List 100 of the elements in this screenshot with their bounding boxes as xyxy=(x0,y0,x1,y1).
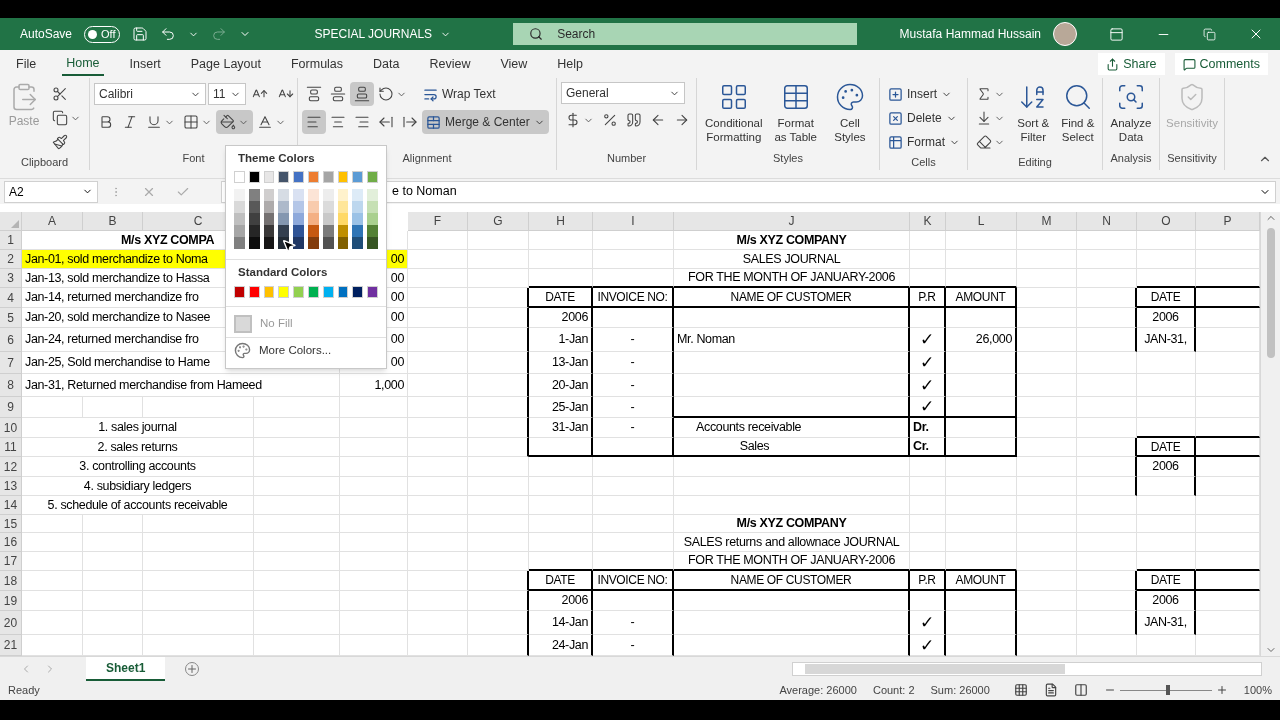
column-header[interactable]: L xyxy=(946,212,1017,231)
name-box[interactable]: A2 xyxy=(4,180,98,203)
sheet-cell[interactable]: ✓ xyxy=(910,611,946,635)
sheet-cell[interactable]: JAN-31, xyxy=(1137,611,1196,635)
cells-button[interactable]: Format xyxy=(884,130,964,154)
column-header[interactable]: M xyxy=(1017,212,1077,231)
share-button[interactable]: Share xyxy=(1098,53,1165,75)
column-header[interactable]: P xyxy=(1196,212,1260,231)
sheet-cell[interactable]: INVOICE NO: xyxy=(593,571,674,591)
cells-button[interactable]: Delete xyxy=(884,106,964,130)
row-header[interactable]: 1 xyxy=(0,231,22,250)
sheet-cell[interactable]: Sales xyxy=(674,438,910,457)
sheet-cell[interactable]: DATE xyxy=(529,571,593,591)
sheet-cell[interactable]: 2006 xyxy=(1137,591,1196,611)
sheet-cell[interactable]: 31-Jan xyxy=(529,418,593,438)
sheet-cell[interactable]: Cr. xyxy=(910,438,946,457)
row-header[interactable]: 9 xyxy=(0,397,22,418)
style-button[interactable]: Cell Styles xyxy=(824,82,875,144)
sheet-cell[interactable]: ✓ xyxy=(910,328,946,352)
sheet-cell[interactable]: ✓ xyxy=(910,397,946,418)
sheet-cell[interactable]: Jan-31, Returned merchandise from Hameed xyxy=(22,374,340,397)
row-header[interactable]: 12 xyxy=(0,457,22,477)
sheet-cell[interactable]: 26,000 xyxy=(946,328,1017,352)
sort-filter-button[interactable]: Sort & Filter xyxy=(1013,82,1054,144)
sheet-cell[interactable]: DATE xyxy=(1137,571,1196,591)
sheet-cell[interactable]: - xyxy=(593,352,674,374)
sheet-cell[interactable]: P.R xyxy=(910,288,946,308)
ribbon-tab[interactable]: View xyxy=(496,52,532,76)
row-header[interactable]: 13 xyxy=(0,477,22,496)
sheet-cell[interactable]: 2006 xyxy=(529,591,593,611)
sheet-cell[interactable]: 24-Jan xyxy=(529,635,593,656)
sheet-cell[interactable]: - xyxy=(593,635,674,656)
style-button[interactable]: Format as Table xyxy=(770,82,821,144)
number-format-select[interactable]: General xyxy=(561,82,685,104)
sheet-cell[interactable]: INVOICE NO: xyxy=(593,288,674,308)
row-header[interactable]: 10 xyxy=(0,418,22,438)
search-field[interactable]: Search xyxy=(513,23,858,45)
row-header[interactable]: 11 xyxy=(0,438,22,457)
sheet-cell[interactable]: - xyxy=(593,611,674,635)
sheet-cell[interactable]: 2. sales returns xyxy=(22,438,254,457)
row-header[interactable]: 7 xyxy=(0,352,22,374)
row-header[interactable]: 8 xyxy=(0,374,22,397)
row-header[interactable]: 4 xyxy=(0,288,22,308)
sheet-cell[interactable]: ✓ xyxy=(910,352,946,374)
ribbon-tab[interactable]: Review xyxy=(425,52,475,76)
column-header[interactable]: J xyxy=(674,212,910,231)
sheet-cell[interactable]: DATE xyxy=(529,288,593,308)
column-header[interactable]: F xyxy=(408,212,468,231)
row-header[interactable]: 19 xyxy=(0,591,22,611)
ribbon-tab[interactable]: Formulas xyxy=(286,52,348,76)
find-select-button[interactable]: Find & Select xyxy=(1057,82,1098,144)
sheet-cell[interactable]: FOR THE MONTH OF JANUARY-2006 xyxy=(674,269,910,288)
sheet-cell[interactable]: 1. sales journal xyxy=(22,418,254,438)
row-header[interactable]: 2 xyxy=(0,250,22,269)
column-header[interactable]: O xyxy=(1137,212,1196,231)
row-header[interactable]: 3 xyxy=(0,269,22,288)
sheet-cell[interactable]: 2006 xyxy=(1137,308,1196,328)
row-header[interactable]: 20 xyxy=(0,611,22,635)
sheet-cell[interactable]: 1,000 xyxy=(340,374,408,397)
merge-center-button[interactable]: Merge & Center xyxy=(422,110,549,134)
sheet-cell[interactable]: 20-Jan xyxy=(529,374,593,397)
row-header[interactable]: 6 xyxy=(0,328,22,352)
font-size-select[interactable]: 11 xyxy=(208,83,246,105)
column-header[interactable]: H xyxy=(529,212,593,231)
row-header[interactable]: 15 xyxy=(0,515,22,533)
column-header[interactable]: G xyxy=(468,212,529,231)
font-name-select[interactable]: Calibri xyxy=(94,83,206,105)
sheet-cell[interactable]: Accounts receivable xyxy=(674,418,910,438)
row-header[interactable]: 5 xyxy=(0,308,22,328)
sheet-cell[interactable]: - xyxy=(593,374,674,397)
row-header[interactable]: 17 xyxy=(0,552,22,571)
sheet-cell[interactable]: SALES returns and allownace JOURNAL xyxy=(674,533,910,552)
sheet-cell[interactable]: 4. subsidiary ledgers xyxy=(22,477,254,496)
column-header[interactable]: I xyxy=(593,212,674,231)
sheet-cell[interactable]: FOR THE MONTH OF JANUARY-2006 xyxy=(674,552,910,571)
sheet-cell[interactable]: Dr. xyxy=(910,418,946,438)
sheet-cell[interactable]: AMOUNT xyxy=(946,571,1017,591)
sheet-cell[interactable]: NAME OF CUSTOMER xyxy=(674,571,910,591)
sheet-cell[interactable]: M/s XYZ COMPANY xyxy=(674,231,910,250)
sheet-cell[interactable]: - xyxy=(593,328,674,352)
sheet-cell[interactable]: DATE xyxy=(1137,288,1196,308)
row-header[interactable]: 21 xyxy=(0,635,22,656)
column-header[interactable]: A xyxy=(22,212,83,231)
column-header[interactable]: B xyxy=(83,212,143,231)
row-header[interactable]: 16 xyxy=(0,533,22,552)
sheet-cell[interactable]: ✓ xyxy=(910,374,946,397)
ribbon-tab[interactable]: File xyxy=(12,52,41,76)
sheet-cell[interactable]: 13-Jan xyxy=(529,352,593,374)
sheet-cell[interactable]: M/s XYZ COMPANY xyxy=(674,515,910,533)
sheet-cell[interactable]: - xyxy=(593,397,674,418)
sheet-cell[interactable]: 1-Jan xyxy=(529,328,593,352)
document-title[interactable]: SPECIAL JOURNALS xyxy=(314,25,452,43)
sheet-cell[interactable]: 5. schedule of accounts receivable xyxy=(22,496,254,515)
sheet-cell[interactable]: 14-Jan xyxy=(529,611,593,635)
ribbon-tab[interactable]: Data xyxy=(369,52,404,76)
sheet-cell[interactable]: NAME OF CUSTOMER xyxy=(674,288,910,308)
ribbon-tab[interactable]: Page Layout xyxy=(186,52,265,76)
row-header[interactable]: 18 xyxy=(0,571,22,591)
wrap-text-button[interactable]: Wrap Text xyxy=(419,82,500,106)
analyze-data-button[interactable]: Analyze Data xyxy=(1107,82,1155,144)
